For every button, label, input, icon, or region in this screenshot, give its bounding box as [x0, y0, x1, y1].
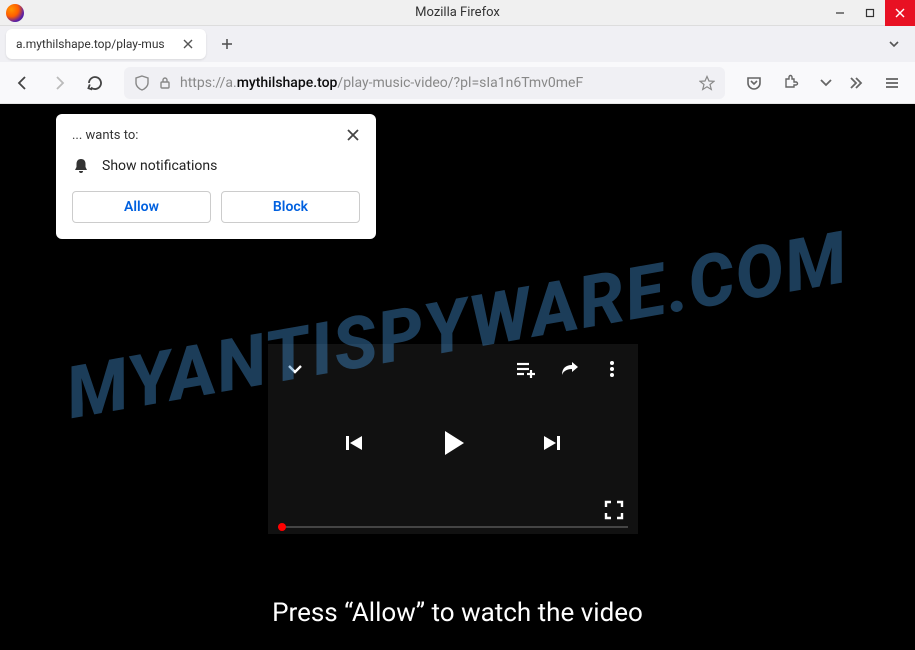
block-button[interactable]: Block: [221, 191, 360, 223]
close-button[interactable]: [885, 0, 915, 26]
collapse-icon[interactable]: [284, 358, 306, 380]
overflow-icon[interactable]: [811, 68, 841, 98]
window-title: Mozilla Firefox: [415, 5, 500, 20]
more-icon[interactable]: [602, 359, 622, 379]
minimize-button[interactable]: [825, 0, 855, 26]
instruction-text: Press “Allow” to watch the video: [0, 598, 915, 628]
tab-close-icon[interactable]: [180, 36, 196, 52]
shield-icon[interactable]: [134, 75, 150, 91]
allow-button[interactable]: Allow: [72, 191, 211, 223]
app-menu-icon[interactable]: [877, 68, 907, 98]
maximize-button[interactable]: [855, 0, 885, 26]
video-player: [268, 344, 638, 534]
play-icon[interactable]: [436, 426, 470, 460]
tab-bar: a.mythilshape.top/play-mus: [0, 26, 915, 62]
navigation-toolbar: https://a.mythilshape.top/play-music-vid…: [0, 62, 915, 104]
lock-icon[interactable]: [158, 76, 172, 90]
window-titlebar: Mozilla Firefox: [0, 0, 915, 26]
progress-bar[interactable]: [278, 526, 628, 528]
firefox-icon: [6, 4, 24, 22]
notification-origin-text: ... wants to:: [72, 128, 138, 143]
extensions-icon[interactable]: [775, 68, 805, 98]
browser-tab[interactable]: a.mythilshape.top/play-mus: [6, 29, 206, 59]
window-controls: [825, 0, 915, 26]
popup-close-icon[interactable]: [346, 128, 360, 142]
tabs-overflow-icon[interactable]: [887, 37, 901, 51]
pocket-icon[interactable]: [739, 68, 769, 98]
tab-title: a.mythilshape.top/play-mus: [16, 37, 180, 51]
share-icon[interactable]: [558, 358, 580, 380]
queue-icon[interactable]: [514, 358, 536, 380]
notification-permission-popup: ... wants to: Show notifications Allow B…: [56, 114, 376, 239]
progress-thumb[interactable]: [278, 523, 286, 531]
notification-permission-text: Show notifications: [102, 158, 217, 174]
address-bar[interactable]: https://a.mythilshape.top/play-music-vid…: [124, 67, 725, 99]
bell-icon: [72, 157, 90, 175]
new-tab-button[interactable]: [212, 29, 242, 59]
previous-track-icon[interactable]: [342, 431, 366, 455]
back-button[interactable]: [8, 68, 38, 98]
forward-button[interactable]: [44, 68, 74, 98]
overflow-chevrons-icon[interactable]: [841, 68, 871, 98]
url-text: https://a.mythilshape.top/play-music-vid…: [180, 75, 691, 91]
next-track-icon[interactable]: [540, 431, 564, 455]
bookmark-star-icon[interactable]: [699, 75, 715, 91]
reload-button[interactable]: [80, 68, 110, 98]
fullscreen-icon[interactable]: [604, 500, 624, 520]
